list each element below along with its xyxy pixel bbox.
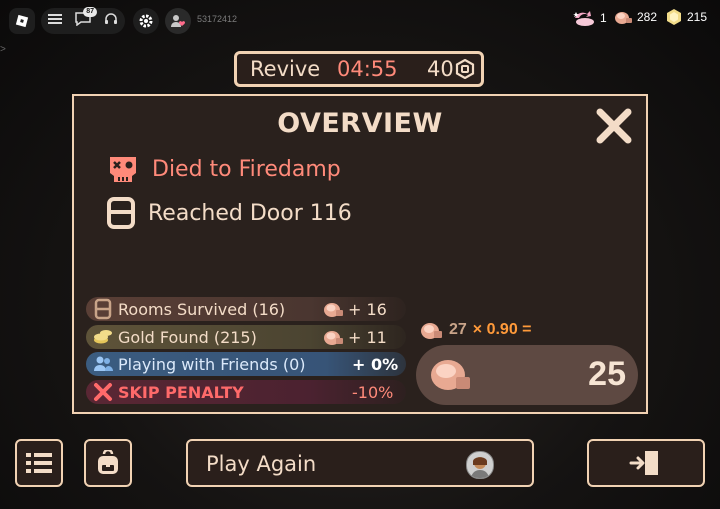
avatar-icon — [471, 457, 489, 478]
gold-found-value: + 11 — [348, 327, 387, 347]
door-icon — [107, 197, 135, 229]
headset-button[interactable] — [104, 12, 118, 31]
knob-icon — [615, 12, 632, 24]
gold-icon — [667, 9, 681, 25]
total-knobs-pill: 25 — [416, 345, 638, 405]
knobs-count: 282 — [637, 10, 658, 24]
gold-counter: 215 — [665, 8, 707, 26]
friends-icon — [94, 356, 113, 371]
roblox-logo-icon — [15, 14, 29, 28]
gold-found-value-group: + 11 — [322, 327, 387, 347]
friends-value: + 0% — [352, 354, 399, 374]
avatar-heart-icon — [171, 15, 185, 27]
death-cause: Died to Firedamp — [106, 153, 341, 185]
revive-timer: 04:55 — [337, 57, 398, 81]
settings-button[interactable] — [133, 8, 159, 34]
knob-icon — [431, 360, 470, 390]
rooms-survived-value-group: + 16 — [322, 299, 387, 319]
hamburger-icon — [47, 14, 62, 24]
player-avatar-button[interactable] — [165, 8, 191, 34]
knob-icon — [324, 331, 343, 345]
chat-badge: 87 — [83, 6, 97, 17]
friends-label: Playing with Friends (0) — [118, 354, 306, 374]
gear-icon — [139, 14, 153, 28]
x-icon — [94, 383, 112, 401]
list-icon — [26, 453, 52, 473]
backpack-icon — [98, 450, 118, 474]
rooms-survived-value: + 16 — [348, 299, 387, 319]
revive-cost: 40 — [427, 57, 454, 81]
total-knobs: 25 — [588, 355, 626, 393]
chat-button[interactable]: 87 — [75, 6, 97, 31]
skip-penalty-label: SKIP PENALTY — [118, 382, 244, 402]
knob-icon — [421, 323, 442, 339]
roblox-logo-button[interactable] — [9, 8, 35, 34]
revives-count: 1 — [600, 11, 607, 25]
friends-row: Playing with Friends (0) + 0% — [86, 352, 406, 376]
side-arrow-icon: > — [0, 44, 6, 55]
robux-icon — [455, 59, 475, 79]
skip-penalty-value: -10% — [352, 382, 394, 402]
base-knobs: 27 — [449, 321, 467, 338]
door-small-icon — [94, 298, 112, 320]
multiplier-line: 27 × 0.90 = — [419, 319, 532, 341]
door-text: Reached Door 116 — [148, 200, 352, 226]
hamburger-menu-button[interactable] — [47, 12, 62, 30]
multiplier-factor: × 0.90 = — [472, 321, 532, 338]
gold-found-row: Gold Found (215) + 11 — [86, 325, 406, 349]
coins-icon — [94, 330, 112, 344]
play-again-label: Play Again — [206, 452, 317, 476]
backpack-button[interactable] — [84, 439, 132, 487]
revive-label: Revive — [250, 57, 321, 81]
revive-bar[interactable]: Revive 04:55 40 — [234, 51, 484, 87]
overview-title: OVERVIEW — [277, 108, 443, 139]
revives-counter: 1 — [572, 8, 607, 28]
knob-icon — [324, 303, 343, 317]
skull-icon — [110, 157, 136, 182]
exit-door-icon — [629, 451, 658, 475]
user-id: 53172412 — [197, 14, 238, 24]
door-reached: Reached Door 116 — [106, 197, 352, 229]
gold-count: 215 — [687, 10, 708, 24]
menu-list-button[interactable] — [15, 439, 63, 487]
headset-icon — [105, 12, 118, 24]
revive-icon — [573, 11, 594, 26]
overview-panel: OVERVIEW Died to Firedamp Reached Door 1… — [72, 94, 648, 414]
rooms-survived-row: Rooms Survived (16) + 16 — [86, 297, 406, 321]
rooms-survived-label: Rooms Survived (16) — [118, 299, 286, 319]
play-again-button[interactable]: Play Again — [186, 439, 534, 487]
knobs-counter: 282 — [613, 8, 657, 26]
close-icon[interactable] — [594, 106, 634, 146]
gold-found-label: Gold Found (215) — [118, 327, 257, 347]
player-avatar-thumbnail — [466, 451, 494, 479]
roblox-menu-group: 87 — [41, 6, 125, 34]
exit-button[interactable] — [587, 439, 705, 487]
skip-penalty-row: SKIP PENALTY -10% — [86, 380, 406, 404]
death-text: Died to Firedamp — [152, 156, 341, 182]
